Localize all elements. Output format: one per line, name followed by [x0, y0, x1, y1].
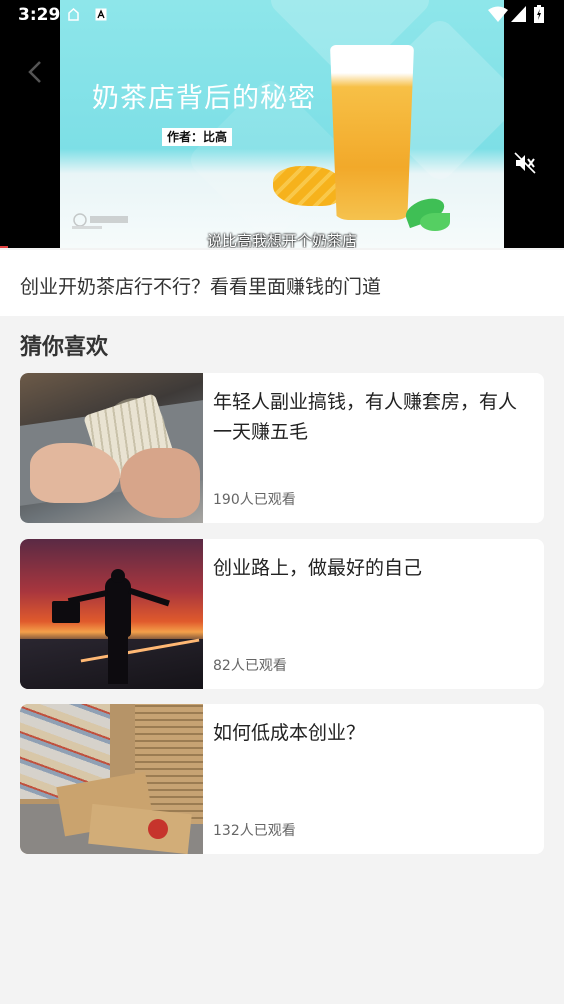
back-arrow-icon[interactable] — [26, 60, 44, 84]
channel-watermark-logo — [72, 213, 128, 229]
card-view-count: 132人已观看 — [213, 823, 296, 839]
mint-leaf-image — [420, 213, 450, 231]
card-view-count: 190人已观看 — [213, 492, 296, 508]
card-thumbnail — [20, 704, 203, 854]
wifi-icon — [488, 6, 508, 22]
video-title: 创业开奶茶店行不行？看看里面赚钱的门道 — [20, 276, 382, 298]
recommend-card[interactable]: 如何低成本创业？ 132人已观看 — [20, 704, 544, 854]
video-thumbnail: 奶茶店背后的秘密 作者：比高 说比高我想开个奶茶店 — [60, 0, 504, 248]
recommend-card[interactable]: 创业路上，做最好的自己 82人已观看 — [20, 539, 544, 689]
card-thumbnail — [20, 539, 203, 689]
notification-icon — [68, 8, 79, 21]
cell-signal-icon — [511, 6, 526, 22]
video-title-bar: 创业开奶茶店行不行？看看里面赚钱的门道 — [0, 250, 564, 316]
milk-tea-cup-image — [330, 45, 414, 220]
video-progress-bar[interactable] — [0, 246, 8, 248]
card-view-count: 82人已观看 — [213, 658, 287, 674]
app-notification-icon — [95, 8, 107, 21]
card-headline: 如何低成本创业？ — [213, 722, 366, 744]
mango-image — [273, 166, 343, 206]
status-bar: 3:29 — [0, 0, 564, 30]
thumbnail-author: 作者：比高 — [162, 128, 232, 146]
volume-mute-icon[interactable] — [514, 152, 536, 174]
card-headline: 创业路上，做最好的自己 — [213, 557, 423, 579]
video-player[interactable]: 奶茶店背后的秘密 作者：比高 说比高我想开个奶茶店 — [0, 0, 564, 248]
video-subtitle: 说比高我想开个奶茶店 — [206, 232, 357, 248]
recommend-card[interactable]: 年轻人副业搞钱，有人赚套房，有人一天赚五毛 190人已观看 — [20, 373, 544, 523]
card-thumbnail — [20, 373, 203, 523]
section-title: 猜你喜欢 — [20, 335, 109, 360]
status-time: 3:29 — [18, 5, 61, 25]
card-headline: 年轻人副业搞钱，有人赚套房，有人一天赚五毛 — [213, 391, 518, 443]
battery-icon — [534, 5, 544, 23]
thumbnail-title: 奶茶店背后的秘密 — [92, 83, 316, 114]
